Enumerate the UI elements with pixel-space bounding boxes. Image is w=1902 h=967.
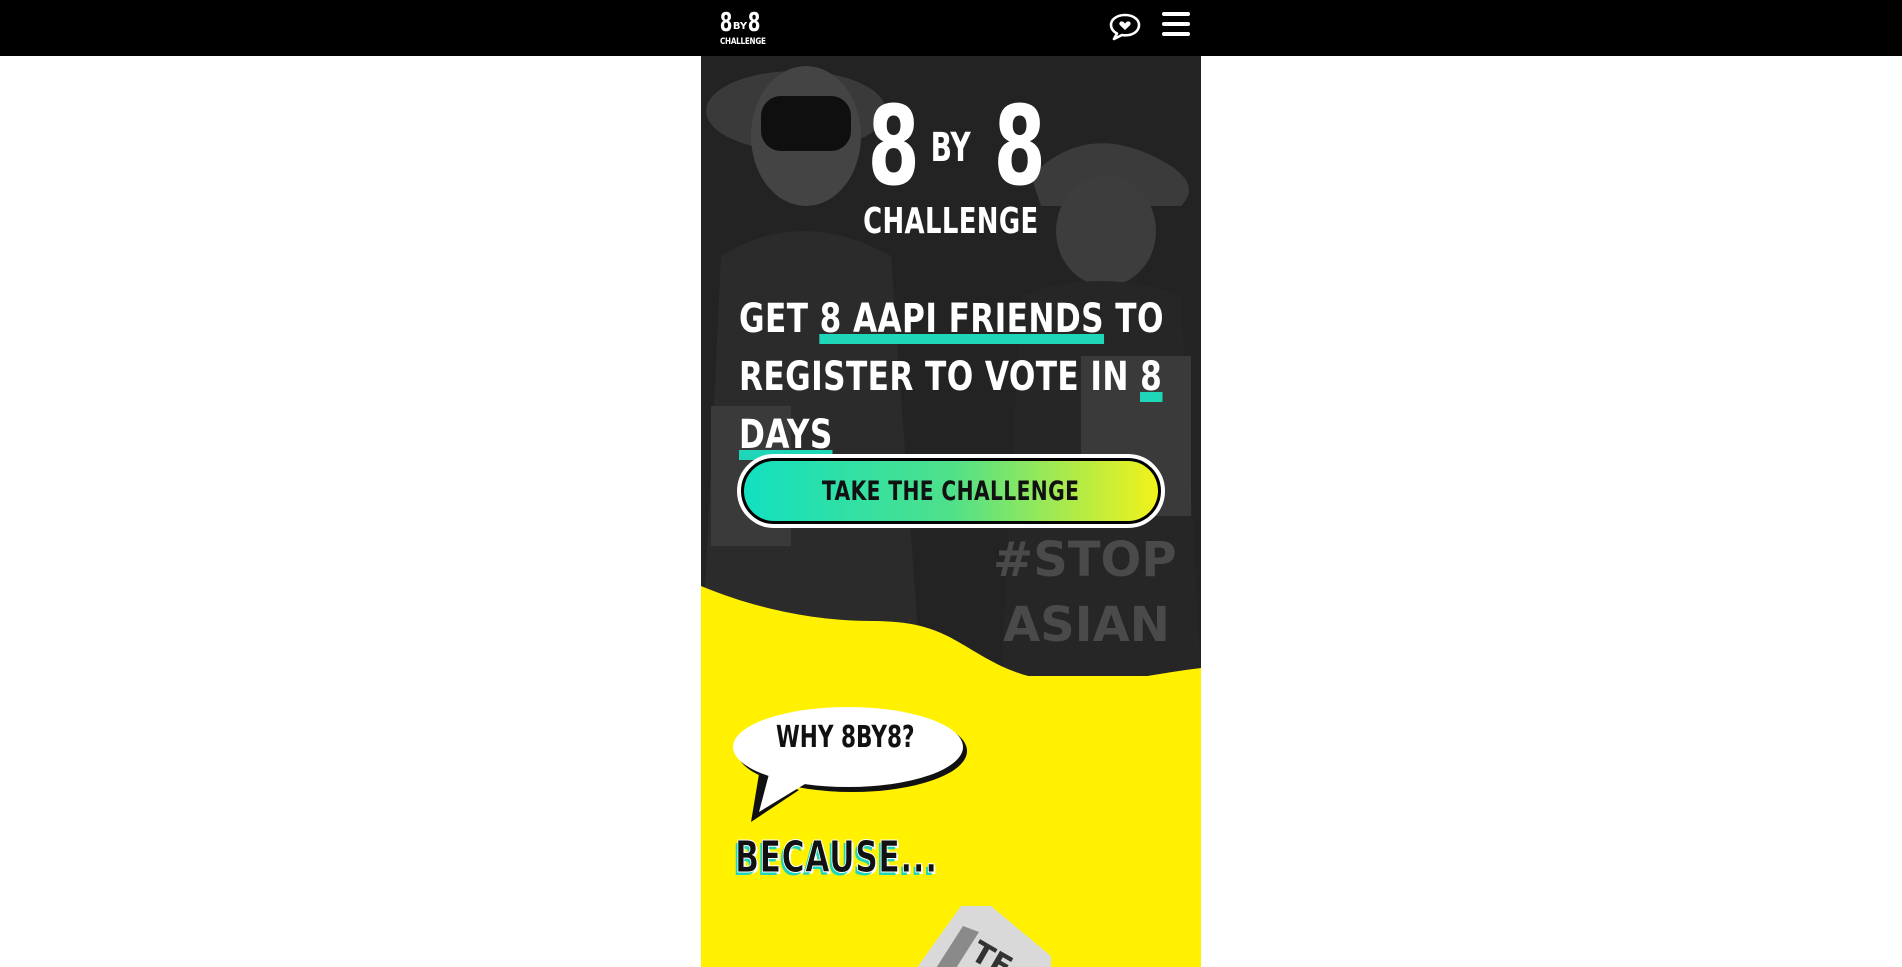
headline-part-1: GET — [739, 296, 820, 342]
hero-section: #STOP ASIAN 8 BY 8 CHALLENGE GET 8 AAPI … — [701, 56, 1201, 676]
headline-highlight-friends: 8 AAPI FRIENDS — [819, 296, 1105, 344]
hero-headline: GET 8 AAPI FRIENDS TO REGISTER TO VOTE I… — [739, 290, 1199, 464]
logo-challenge: CHALLENGE — [720, 37, 766, 47]
hero-logo-by: BY — [930, 125, 972, 171]
header-logo[interactable]: 8 BY 8 CHALLENGE — [715, 8, 765, 50]
cta-label: TAKE THE CHALLENGE — [822, 475, 1080, 507]
logo-left-number: 8 — [719, 8, 733, 38]
logo-by: BY — [732, 21, 748, 32]
hero-logo-right-number: 8 — [993, 82, 1046, 210]
headline-part-3: REGISTER TO VOTE IN — [739, 354, 1141, 400]
hero-logo: 8 BY 8 CHALLENGE — [701, 82, 1201, 242]
headline-part-2: TO — [1104, 296, 1164, 342]
vote-sign-photo: TE — [917, 906, 1051, 967]
main-column: #STOP ASIAN 8 BY 8 CHALLENGE GET 8 AAPI … — [701, 56, 1201, 967]
top-nav-bar: 8 BY 8 CHALLENGE — [0, 0, 1902, 56]
because-heading: BECAUSE... — [735, 832, 938, 884]
take-the-challenge-button[interactable]: TAKE THE CHALLENGE — [737, 454, 1165, 528]
hero-logo-challenge: CHALLENGE — [863, 201, 1039, 242]
yellow-wave — [701, 586, 1201, 676]
hero-logo-left-number: 8 — [867, 82, 921, 210]
chat-heart-icon[interactable] — [1108, 12, 1142, 42]
hamburger-menu-icon[interactable] — [1162, 12, 1190, 40]
why-8by8-heading: WHY 8BY8? — [775, 720, 915, 755]
logo-right-number: 8 — [747, 8, 761, 38]
